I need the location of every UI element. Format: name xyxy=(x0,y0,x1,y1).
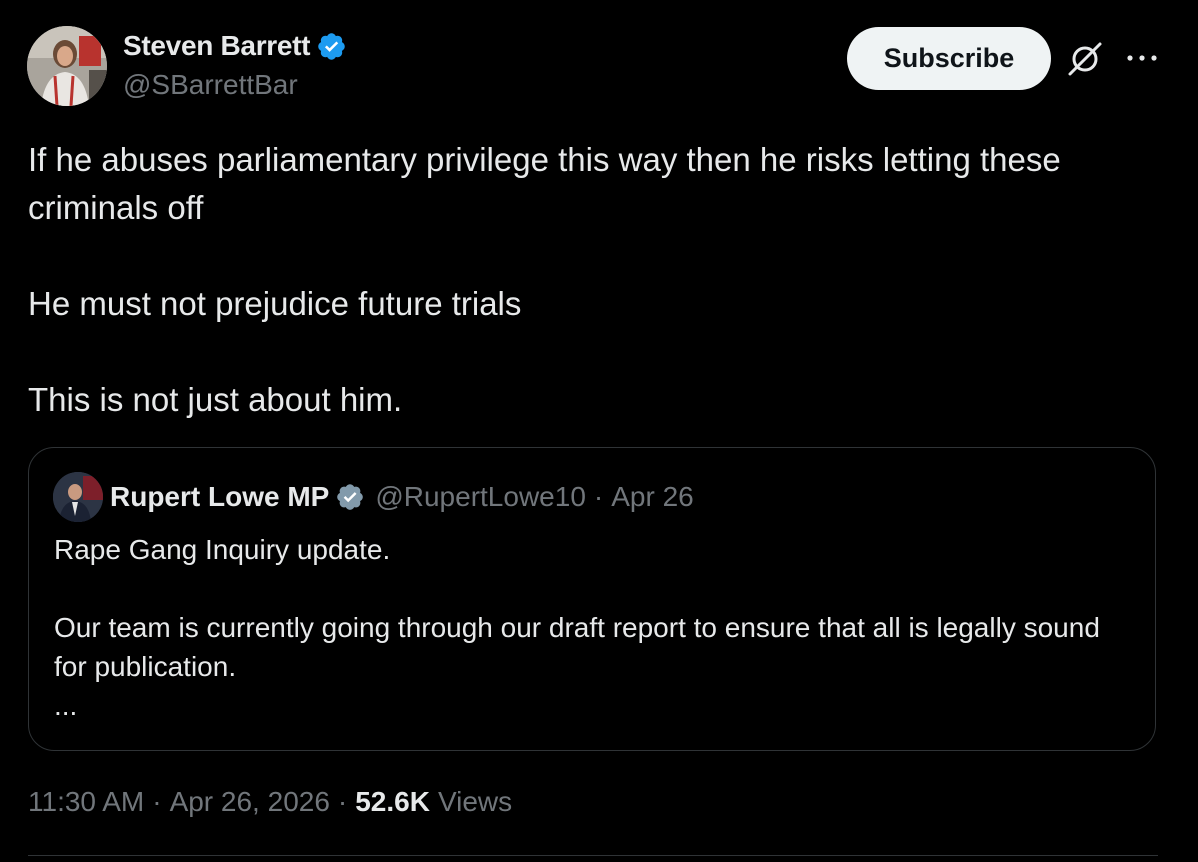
quoted-tweet-ellipsis: ... xyxy=(54,690,78,721)
tweet-text: If he abuses parliamentary privilege thi… xyxy=(28,136,1158,424)
views-count: 52.6K xyxy=(355,786,430,817)
separator-dot: · xyxy=(152,786,162,817)
tweet-paragraph: He must not prejudice future trials xyxy=(28,285,522,322)
tweet-paragraph: This is not just about him. xyxy=(28,381,403,418)
author-avatar[interactable] xyxy=(27,26,107,106)
quoted-tweet-paragraph: Rape Gang Inquiry update. xyxy=(54,534,391,565)
tweet-meta: 11:30 AM · Apr 26, 2026 · 52.6K Views xyxy=(28,786,512,818)
tweet-time[interactable]: 11:30 AM xyxy=(28,786,144,818)
quoted-tweet[interactable]: Rupert Lowe MP @RupertLowe10 · Apr 26 Ra… xyxy=(28,447,1156,751)
grok-icon[interactable] xyxy=(1066,40,1104,78)
verified-gray-badge-icon[interactable] xyxy=(335,482,365,512)
tweet: Steven Barrett @SBarrettBar Subscribe If… xyxy=(0,0,1198,862)
separator-dot: · xyxy=(337,786,348,817)
verified-badge-icon[interactable] xyxy=(316,31,347,62)
quoted-tweet-date[interactable]: Apr 26 xyxy=(611,481,694,513)
author-info: Steven Barrett @SBarrettBar xyxy=(123,28,347,101)
author-handle[interactable]: @SBarrettBar xyxy=(123,69,347,101)
views-label: Views xyxy=(437,786,513,817)
quoted-tweet-header: Rupert Lowe MP @RupertLowe10 · Apr 26 xyxy=(110,478,694,516)
tweet-paragraph: If he abuses parliamentary privilege thi… xyxy=(28,141,1061,226)
quoted-author-avatar-image xyxy=(53,472,103,522)
quoted-author-avatar[interactable] xyxy=(53,472,103,522)
divider xyxy=(28,855,1158,856)
quoted-author-handle[interactable]: @RupertLowe10 xyxy=(375,481,586,513)
separator-dot: · xyxy=(593,481,604,512)
tweet-date[interactable]: Apr 26, 2026 xyxy=(170,786,330,818)
quoted-tweet-paragraph: Our team is currently going through our … xyxy=(54,612,1100,682)
quoted-author-display-name[interactable]: Rupert Lowe MP xyxy=(110,481,329,513)
author-display-name[interactable]: Steven Barrett xyxy=(123,30,311,62)
subscribe-button[interactable]: Subscribe xyxy=(847,27,1051,90)
more-icon[interactable] xyxy=(1124,44,1160,72)
author-name-row: Steven Barrett xyxy=(123,28,347,64)
author-avatar-image xyxy=(27,26,107,106)
quoted-tweet-text: Rape Gang Inquiry update. Our team is cu… xyxy=(54,530,1134,725)
